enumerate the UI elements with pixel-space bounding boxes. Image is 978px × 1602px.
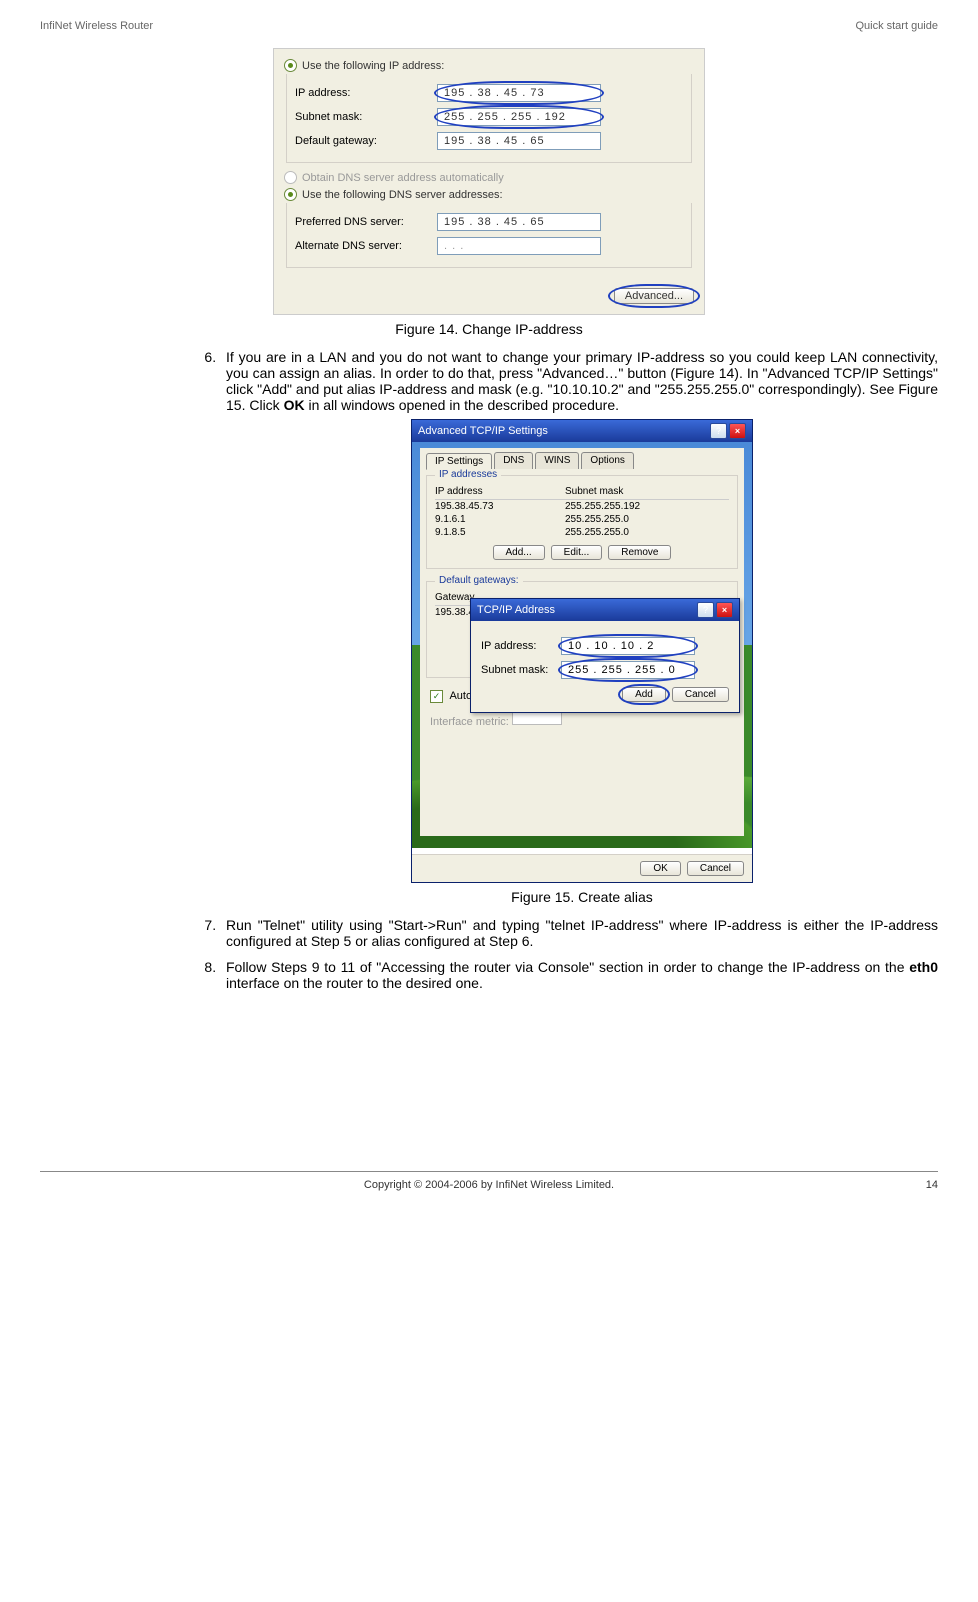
group-title: Default gateways: (435, 575, 523, 586)
modal-ip-input[interactable]: 10 . 10 . 10 . 2 (561, 637, 695, 655)
tab-ip-settings[interactable]: IP Settings (426, 453, 492, 470)
eth0-bold: eth0 (909, 959, 938, 975)
gw-label: Default gateway: (295, 135, 437, 147)
radio-icon (284, 59, 297, 72)
copyright: Copyright © 2004-2006 by InfiNet Wireles… (80, 1179, 898, 1191)
modal-mask-label: Subnet mask: (481, 664, 561, 676)
alt-dns-label: Alternate DNS server: (295, 240, 437, 252)
list-item[interactable]: 9.1.8.5255.255.255.0 (435, 526, 729, 539)
ip-input[interactable]: 195 . 38 . 45 . 73 (437, 84, 601, 102)
page-number: 14 (898, 1179, 938, 1191)
gw-input[interactable]: 195 . 38 . 45 . 65 (437, 132, 601, 150)
add-button[interactable]: Add... (493, 545, 545, 560)
close-icon[interactable]: × (716, 602, 733, 618)
titlebar: TCP/IP Address ? × (471, 599, 739, 621)
dialog-buttons: OK Cancel (412, 854, 752, 882)
ip-addresses-group: IP addresses IP addressSubnet mask 195.3… (426, 475, 738, 569)
mask-input[interactable]: 255 . 255 . 255 . 192 (437, 108, 601, 126)
ok-bold: OK (284, 397, 305, 413)
radio-label-dim: Obtain DNS server address automatically (302, 172, 504, 184)
list-item[interactable]: 195.38.45.73255.255.255.192 (435, 500, 729, 513)
figure-15-caption: Figure 15. Create alias (226, 889, 938, 905)
figure-15: Advanced TCP/IP Settings ? × IP Settings… (226, 419, 938, 883)
step-6: If you are in a LAN and you do not want … (220, 349, 938, 905)
titlebar: Advanced TCP/IP Settings ? × (412, 420, 752, 442)
pref-dns-input[interactable]: 195 . 38 . 45 . 65 (437, 213, 601, 231)
list-item[interactable]: 9.1.6.1255.255.255.0 (435, 513, 729, 526)
radio-label: Use the following DNS server addresses: (302, 189, 503, 201)
close-icon[interactable]: × (729, 423, 746, 439)
header-left: InfiNet Wireless Router (40, 20, 153, 32)
list-header: IP addressSubnet mask (435, 484, 729, 500)
checkbox-icon[interactable] (430, 690, 443, 703)
tab-wins[interactable]: WINS (535, 452, 579, 469)
page-header: InfiNet Wireless Router Quick start guid… (40, 20, 938, 32)
radio-label: Use the following IP address: (302, 60, 444, 72)
figure-14-caption: Figure 14. Change IP-address (40, 321, 938, 337)
tcpip-address-dialog: TCP/IP Address ? × IP address: 10 . 10 .… (470, 598, 740, 713)
group-title: IP addresses (435, 469, 501, 480)
page-footer: Copyright © 2004-2006 by InfiNet Wireles… (40, 1179, 938, 1191)
tab-dns[interactable]: DNS (494, 452, 533, 469)
radio-use-dns[interactable]: Use the following DNS server addresses: (284, 188, 694, 201)
help-icon[interactable]: ? (710, 423, 727, 439)
alt-dns-input[interactable]: . . . (437, 237, 601, 255)
remove-button[interactable]: Remove (608, 545, 671, 560)
advanced-tcpip-window: Advanced TCP/IP Settings ? × IP Settings… (411, 419, 753, 883)
window-title: Advanced TCP/IP Settings (418, 425, 548, 437)
radio-obtain-dns: Obtain DNS server address automatically (284, 171, 694, 184)
ip-label: IP address: (295, 87, 437, 99)
radio-icon (284, 188, 297, 201)
mask-label: Subnet mask: (295, 111, 437, 123)
tcpip-panel: Use the following IP address: IP address… (273, 48, 705, 315)
radio-use-ip[interactable]: Use the following IP address: (284, 59, 694, 72)
radio-icon (284, 171, 297, 184)
edit-button[interactable]: Edit... (551, 545, 603, 560)
modal-ip-label: IP address: (481, 640, 561, 652)
tab-options[interactable]: Options (581, 452, 633, 469)
pref-dns-label: Preferred DNS server: (295, 216, 437, 228)
modal-cancel-button[interactable]: Cancel (672, 687, 729, 702)
modal-add-button[interactable]: Add (622, 687, 666, 702)
advanced-button[interactable]: Advanced... (614, 288, 694, 304)
window-title: TCP/IP Address (477, 604, 555, 616)
ifmetric-label: Interface metric: (430, 716, 509, 728)
ok-button[interactable]: OK (640, 861, 680, 876)
step-8: Follow Steps 9 to 11 of "Accessing the r… (220, 959, 938, 991)
figure-14: Use the following IP address: IP address… (40, 48, 938, 315)
cancel-button[interactable]: Cancel (687, 861, 744, 876)
tabs: IP Settings DNS WINS Options (426, 452, 738, 469)
step-7: Run "Telnet" utility using "Start->Run" … (220, 917, 938, 949)
footer-divider (40, 1171, 938, 1172)
header-right: Quick start guide (855, 20, 938, 32)
help-icon[interactable]: ? (697, 602, 714, 618)
modal-mask-input[interactable]: 255 . 255 . 255 . 0 (561, 661, 695, 679)
